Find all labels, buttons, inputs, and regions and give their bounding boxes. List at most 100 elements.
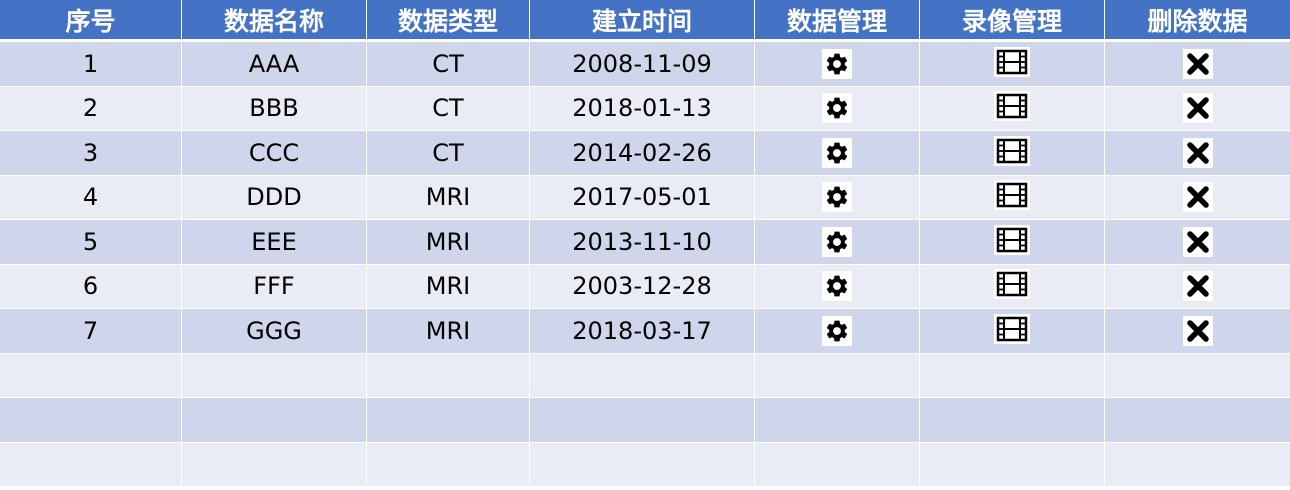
film-icon[interactable] bbox=[994, 46, 1030, 77]
cell-data-name: FFF bbox=[182, 264, 367, 308]
cell-index bbox=[0, 398, 182, 442]
cell-index: 2 bbox=[0, 86, 182, 130]
table-header: 序号 数据名称 数据类型 建立时间 数据管理 录像管理 删除数据 bbox=[0, 0, 1290, 42]
cell-video-manage bbox=[920, 220, 1105, 264]
header-delete-data: 删除数据 bbox=[1147, 6, 1248, 36]
film-icon[interactable] bbox=[994, 313, 1030, 344]
cell-created-time bbox=[530, 442, 755, 486]
table-row: 1 AAA CT 2008-11-09 bbox=[0, 42, 1290, 87]
cell-index bbox=[0, 353, 182, 397]
cell-data-type bbox=[367, 353, 530, 397]
cell-index: 1 bbox=[0, 42, 182, 86]
cell-delete-data bbox=[1105, 443, 1290, 487]
cell-index: 5 bbox=[0, 220, 182, 264]
cell-created-time: 2017-05-01 bbox=[530, 175, 755, 219]
table-row: 2 BBB CT 2018-01-13 bbox=[0, 86, 1290, 131]
cell-delete-data bbox=[1105, 131, 1290, 175]
cell-data-manage bbox=[755, 353, 920, 397]
cell-video-manage bbox=[920, 42, 1105, 86]
film-icon[interactable] bbox=[994, 135, 1030, 166]
cell-data-name: GGG bbox=[182, 309, 367, 353]
cell-data-name: CCC bbox=[182, 131, 367, 175]
cell-data-manage bbox=[755, 42, 920, 86]
cell-data-type bbox=[367, 442, 530, 486]
gear-icon[interactable] bbox=[822, 48, 852, 79]
cell-index bbox=[0, 442, 182, 486]
table-body: 1 AAA CT 2008-11-09 2 BBB CT 2018-01-13 3 CCC CT bbox=[0, 42, 1290, 487]
cell-video-manage bbox=[920, 264, 1105, 308]
table-row: 4 DDD MRI 2017-05-01 bbox=[0, 175, 1290, 220]
cell-data-manage bbox=[755, 175, 920, 219]
cell-data-name: DDD bbox=[182, 175, 367, 219]
close-icon[interactable] bbox=[1182, 226, 1213, 257]
gear-icon[interactable] bbox=[822, 315, 852, 346]
cell-data-type: MRI bbox=[367, 220, 530, 264]
gear-icon[interactable] bbox=[822, 137, 852, 168]
film-icon[interactable] bbox=[994, 224, 1030, 255]
cell-created-time: 2018-01-13 bbox=[530, 86, 755, 130]
cell-data-name bbox=[182, 442, 367, 486]
cell-video-manage bbox=[920, 309, 1105, 353]
cell-delete-data bbox=[1105, 176, 1290, 220]
film-icon[interactable] bbox=[994, 269, 1030, 300]
table-row bbox=[0, 398, 1290, 443]
cell-data-manage bbox=[755, 86, 920, 130]
cell-data-manage bbox=[755, 398, 920, 442]
table-row: 3 CCC CT 2014-02-26 bbox=[0, 131, 1290, 176]
gear-icon[interactable] bbox=[822, 93, 852, 124]
cell-data-name bbox=[182, 398, 367, 442]
cell-video-manage bbox=[920, 398, 1105, 442]
cell-data-name: BBB bbox=[182, 86, 367, 130]
cell-delete-data bbox=[1105, 398, 1290, 442]
cell-data-manage bbox=[755, 131, 920, 175]
cell-index: 3 bbox=[0, 131, 182, 175]
cell-created-time: 2013-11-10 bbox=[530, 220, 755, 264]
cell-delete-data bbox=[1105, 354, 1290, 398]
close-icon[interactable] bbox=[1182, 48, 1213, 79]
header-data-type: 数据类型 bbox=[367, 0, 530, 39]
cell-created-time: 2008-11-09 bbox=[530, 42, 755, 86]
header-created-time: 建立时间 bbox=[530, 0, 755, 39]
cell-data-manage bbox=[755, 309, 920, 353]
gear-icon[interactable] bbox=[822, 271, 852, 302]
cell-created-time bbox=[530, 398, 755, 442]
close-icon[interactable] bbox=[1182, 182, 1213, 213]
cell-index: 4 bbox=[0, 175, 182, 219]
table-row: 5 EEE MRI 2013-11-10 bbox=[0, 220, 1290, 265]
cell-data-name bbox=[182, 353, 367, 397]
film-icon[interactable] bbox=[994, 91, 1030, 122]
header-data-name: 数据名称 bbox=[182, 0, 367, 39]
cell-data-type: MRI bbox=[367, 175, 530, 219]
header-index: 序号 bbox=[0, 0, 182, 39]
gear-icon[interactable] bbox=[822, 226, 852, 257]
cell-data-manage bbox=[755, 442, 920, 486]
header-video-manage: 录像管理 bbox=[920, 0, 1105, 39]
cell-data-type: CT bbox=[367, 86, 530, 130]
cell-created-time: 2018-03-17 bbox=[530, 309, 755, 353]
cell-video-manage bbox=[920, 86, 1105, 130]
cell-data-manage bbox=[755, 220, 920, 264]
table-row bbox=[0, 442, 1290, 487]
cell-index: 6 bbox=[0, 264, 182, 308]
cell-data-name: EEE bbox=[182, 220, 367, 264]
cell-created-time: 2003-12-28 bbox=[530, 264, 755, 308]
cell-delete-data bbox=[1105, 265, 1290, 309]
cell-data-manage bbox=[755, 264, 920, 308]
cell-data-type: MRI bbox=[367, 264, 530, 308]
cell-index: 7 bbox=[0, 309, 182, 353]
gear-icon[interactable] bbox=[822, 182, 852, 213]
close-icon[interactable] bbox=[1182, 271, 1213, 302]
table-row: 7 GGG MRI 2018-03-17 bbox=[0, 309, 1290, 354]
close-icon[interactable] bbox=[1182, 315, 1213, 346]
cell-data-type: CT bbox=[367, 42, 530, 86]
cell-delete-data bbox=[1105, 220, 1290, 264]
data-table: 序号 数据名称 数据类型 建立时间 数据管理 录像管理 删除数据 1 AAA CT 2… bbox=[0, 0, 1290, 490]
close-icon[interactable] bbox=[1182, 93, 1213, 124]
table-row: 6 FFF MRI 2003-12-28 bbox=[0, 264, 1290, 309]
cell-created-time: 2014-02-26 bbox=[530, 131, 755, 175]
header-data-manage: 数据管理 bbox=[755, 0, 920, 39]
film-icon[interactable] bbox=[994, 180, 1030, 211]
close-icon[interactable] bbox=[1182, 137, 1213, 168]
cell-created-time bbox=[530, 353, 755, 397]
cell-delete-data bbox=[1105, 42, 1290, 86]
